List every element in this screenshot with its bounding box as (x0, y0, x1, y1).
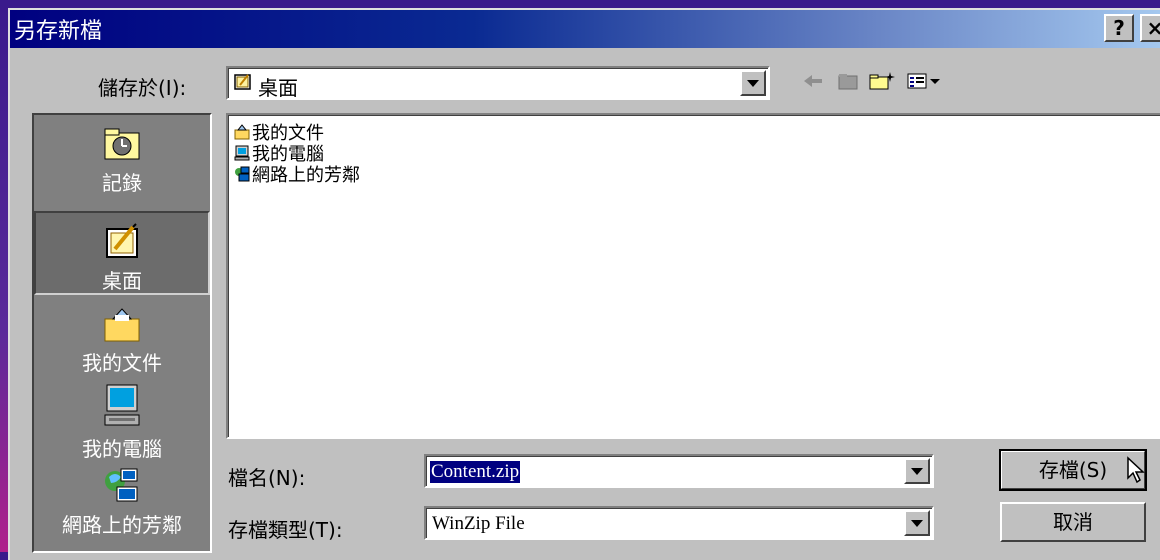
network-neighborhood-icon (234, 166, 250, 182)
cancel-button[interactable]: 取消 (1000, 502, 1146, 542)
place-my-documents[interactable]: 我的文件 (34, 305, 210, 376)
place-network[interactable]: 網路上的芳鄰 (34, 467, 210, 538)
place-desktop[interactable]: 桌面 (34, 211, 210, 295)
my-computer-icon (234, 145, 250, 161)
save-button-label: 存檔(S) (1038, 458, 1108, 482)
save-button[interactable]: 存檔(S) (999, 449, 1147, 491)
file-list[interactable]: 我的文件 我的電腦 網路上的芳鄰 (226, 113, 1160, 439)
help-button[interactable]: ? (1104, 14, 1134, 42)
filename-input[interactable]: Content.zip (430, 461, 521, 483)
filename-label: 檔名(N): (228, 466, 306, 490)
save-in-combo[interactable]: 桌面 (226, 66, 770, 100)
filename-dropdown-arrow[interactable] (904, 458, 930, 484)
my-documents-icon (234, 124, 250, 140)
save-in-value: 桌面 (258, 76, 298, 100)
filetype-combo[interactable]: WinZip File (424, 506, 934, 540)
place-label: 網路上的芳鄰 (62, 513, 182, 537)
new-folder-icon[interactable] (868, 71, 896, 91)
my-computer-icon (103, 383, 141, 429)
places-bar: 記錄 桌面 我的文件 我的電腦 網路上的芳鄰 (32, 113, 212, 553)
up-folder-icon[interactable] (836, 71, 862, 91)
mouse-pointer-icon (1126, 456, 1146, 484)
filetype-value: WinZip File (432, 513, 525, 534)
file-name: 網路上的芳鄰 (252, 165, 360, 186)
desktop-icon (234, 73, 252, 91)
close-button[interactable]: × (1140, 14, 1160, 42)
cancel-button-label: 取消 (1053, 510, 1093, 534)
place-my-computer[interactable]: 我的電腦 (34, 383, 210, 462)
save-in-dropdown-arrow[interactable] (740, 70, 766, 96)
save-in-label: 儲存於(I): (98, 76, 187, 100)
place-label: 我的文件 (82, 351, 162, 375)
view-menu-icon[interactable] (906, 71, 942, 91)
save-as-dialog: 另存新檔 ? × 儲存於(I): 桌面 記錄 桌面 我的文件 我的電腦 網路上的… (8, 8, 1160, 560)
network-neighborhood-icon (103, 467, 141, 505)
filetype-label: 存檔類型(T): (228, 518, 343, 542)
filetype-dropdown-arrow[interactable] (904, 510, 930, 536)
my-documents-icon (103, 305, 141, 343)
filename-combo[interactable]: Content.zip (424, 454, 934, 488)
title-bar[interactable]: 另存新檔 ? × (10, 10, 1160, 48)
place-label: 桌面 (102, 269, 142, 293)
history-icon (103, 125, 141, 163)
place-label: 我的電腦 (82, 437, 162, 461)
list-item[interactable]: 網路上的芳鄰 (234, 161, 360, 187)
place-label: 記錄 (102, 171, 142, 195)
desktop-icon (103, 223, 141, 261)
back-arrow-icon[interactable] (800, 71, 826, 91)
window-title: 另存新檔 (14, 19, 103, 44)
place-history[interactable]: 記錄 (34, 125, 210, 196)
